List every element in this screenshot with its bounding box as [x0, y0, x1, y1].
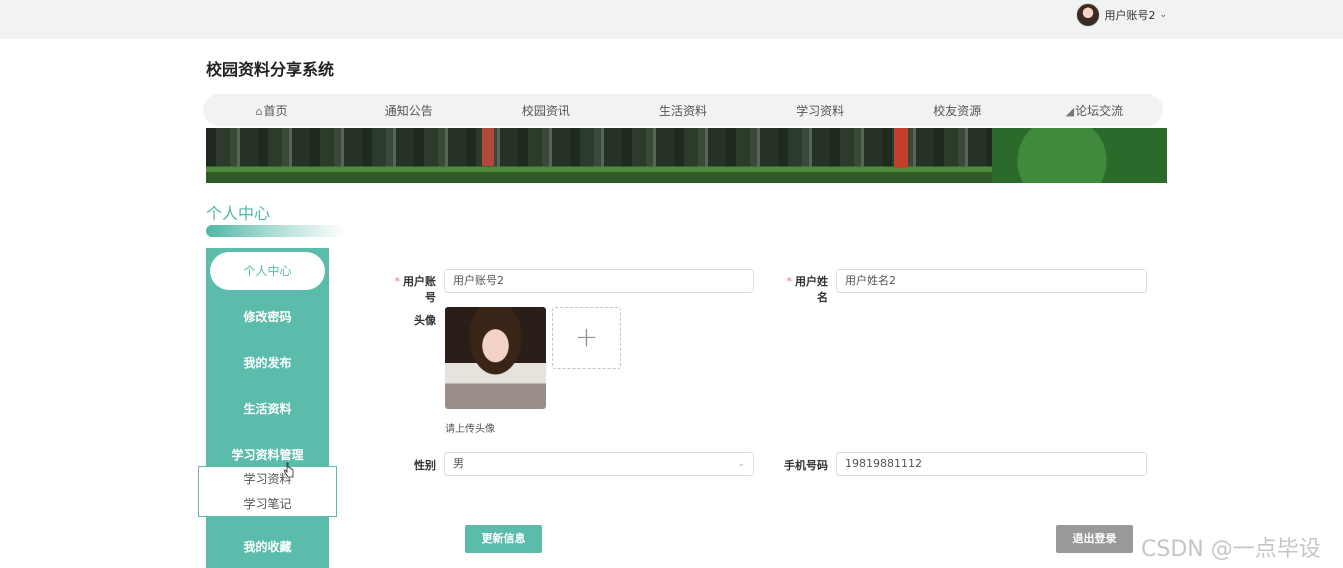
sidebar-item-my-posts[interactable]: 我的发布	[206, 344, 329, 382]
update-info-button[interactable]: 更新信息	[465, 525, 542, 553]
account-input[interactable]: 用户账号2	[444, 269, 754, 293]
nav-alumni[interactable]: 校友资源	[889, 102, 1026, 119]
nav-label: 生活资料	[658, 103, 707, 118]
nav-label: 校园资讯	[521, 103, 570, 118]
user-avatar	[1076, 3, 1101, 27]
logout-button[interactable]: 退出登录	[1056, 525, 1133, 553]
nav-home[interactable]: ⌂首页	[203, 102, 340, 119]
section-title: 个人中心	[206, 204, 271, 223]
nav-label: 通知公告	[384, 103, 433, 118]
nav-campus-news[interactable]: 校园资讯	[477, 102, 614, 119]
gender-value: 男	[453, 457, 464, 470]
sidebar-item-profile[interactable]: 个人中心	[210, 252, 325, 290]
submenu-item-study-materials[interactable]: 学习资料	[199, 467, 336, 492]
required-mark: *	[394, 275, 401, 288]
banner-flag	[894, 128, 908, 168]
avatar-label: 头像	[414, 314, 436, 327]
banner-tree	[992, 128, 1167, 183]
mouse-cursor-icon	[284, 462, 294, 478]
forum-icon: ◢	[1065, 104, 1075, 118]
phone-label: 手机号码	[784, 459, 828, 472]
main-nav: ⌂首页 通知公告 校园资讯 生活资料 学习资料 校友资源 ◢论坛交流	[203, 94, 1163, 126]
sidebar-item-life-materials[interactable]: 生活资料	[206, 390, 329, 428]
name-label-text: 用户姓名	[795, 275, 828, 304]
nav-label: 学习资料	[796, 103, 845, 118]
gender-select[interactable]: 男 ⌄	[444, 452, 754, 476]
nav-life-materials[interactable]: 生活资料	[614, 102, 751, 119]
banner-flag	[482, 128, 494, 166]
sidebar-item-change-password[interactable]: 修改密码	[206, 298, 329, 336]
phone-input[interactable]: 19819881112	[836, 452, 1147, 476]
nav-label: 首页	[263, 103, 288, 118]
nav-notices[interactable]: 通知公告	[340, 102, 477, 119]
account-label: * 用户账号	[384, 273, 437, 305]
name-input[interactable]: 用户姓名2	[836, 269, 1147, 293]
nav-study-materials[interactable]: 学习资料	[752, 102, 889, 119]
banner-image	[206, 128, 1167, 183]
avatar-upload-button[interactable]: +	[552, 307, 621, 369]
nav-label: 论坛交流	[1075, 103, 1124, 118]
chevron-down-icon: ⌄	[1159, 10, 1167, 20]
sidebar: 个人中心 修改密码 我的发布 生活资料 学习资料管理 我的收藏	[206, 248, 329, 568]
site-title: 校园资料分享系统	[206, 60, 335, 79]
gender-label: 性别	[414, 459, 436, 472]
chevron-down-icon: ⌄	[737, 459, 745, 469]
csdn-watermark: CSDN @一点毕设	[1141, 537, 1321, 562]
study-submenu: 学习资料 学习笔记	[198, 466, 337, 517]
avatar-preview	[445, 307, 546, 409]
submenu-item-study-notes[interactable]: 学习笔记	[199, 492, 336, 517]
upload-hint: 请上传头像	[445, 424, 495, 435]
required-mark: *	[786, 275, 793, 288]
username: 用户账号2	[1104, 9, 1156, 22]
name-label: * 用户姓名	[776, 273, 829, 305]
account-label-text: 用户账号	[403, 275, 436, 304]
sidebar-item-favorites[interactable]: 我的收藏	[206, 528, 329, 566]
nav-label: 校友资源	[933, 103, 982, 118]
home-icon: ⌂	[255, 104, 263, 118]
top-bar: 用户账号2 ⌄	[0, 0, 1343, 39]
user-menu[interactable]: 用户账号2 ⌄	[1076, 3, 1167, 27]
section-title-underline	[206, 225, 346, 237]
nav-forum[interactable]: ◢论坛交流	[1026, 102, 1163, 119]
